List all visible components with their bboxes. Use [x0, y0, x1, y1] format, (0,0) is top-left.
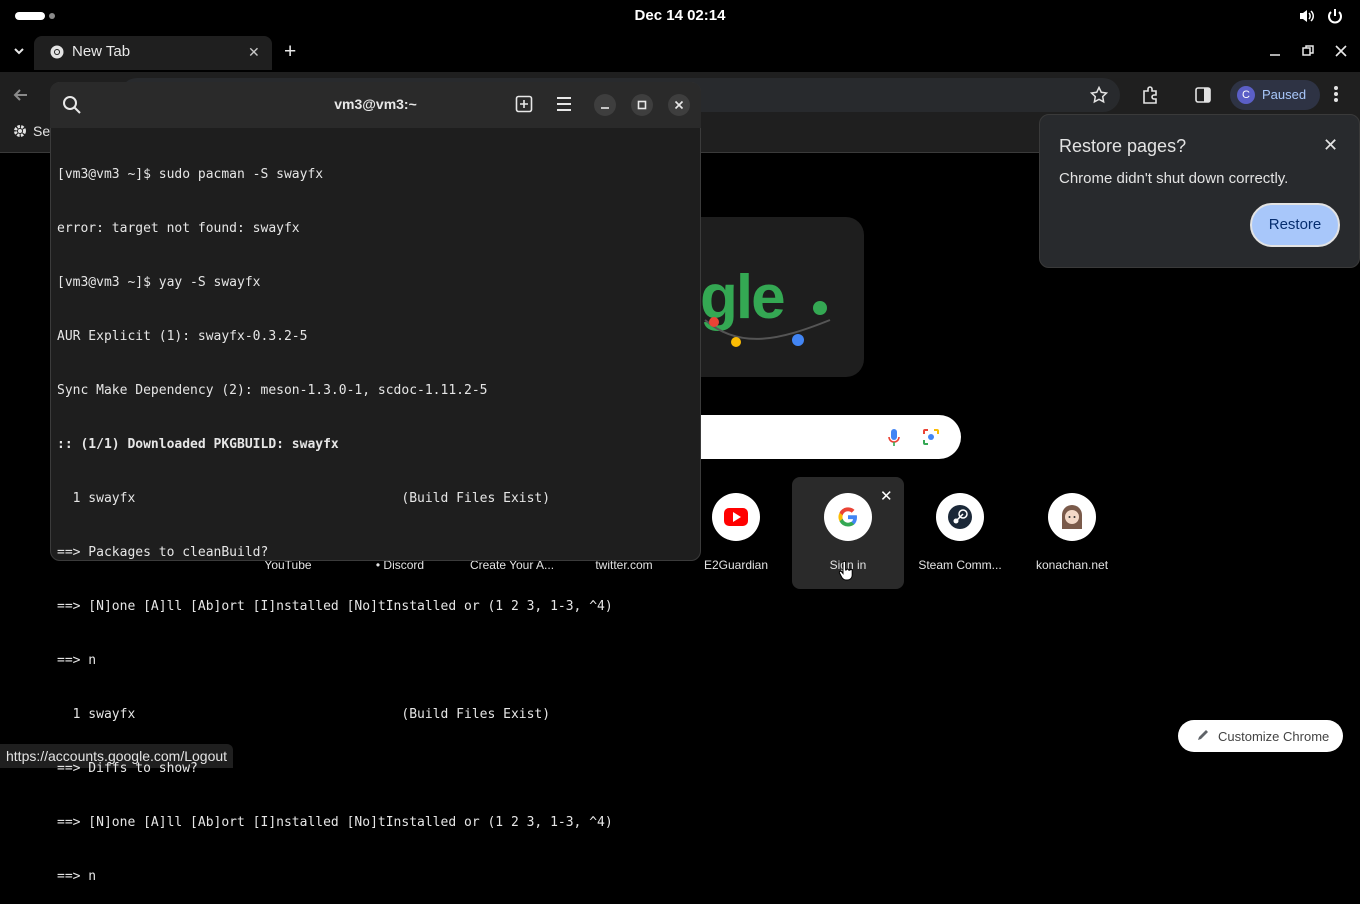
window-close-icon[interactable] [1333, 43, 1349, 64]
terminal-line: :: (1/1) Downloaded PKGBUILD: swayfx [57, 437, 339, 452]
terminal-line: ==> [N]one [A]ll [Ab]ort [I]nstalled [No… [57, 815, 613, 830]
chrome-logo-icon [50, 45, 64, 64]
terminal-line: [vm3@vm3 ~]$ yay -S swayfx [57, 275, 261, 290]
terminal-line: ==> Diffs to show? [57, 761, 198, 776]
tab-close-icon[interactable]: ✕ [248, 44, 260, 61]
shortcut-label: konachan.net [1035, 558, 1109, 572]
voice-search-mic-icon[interactable] [887, 428, 901, 453]
profile-status-label: Paused [1262, 87, 1307, 102]
avatar: C [1237, 86, 1255, 104]
gear-icon [13, 124, 27, 143]
tab-title: New Tab [72, 43, 131, 60]
dialog-message: Chrome didn't shut down correctly. [1059, 170, 1289, 187]
doodle-lights-decoration [704, 301, 831, 347]
bookmark-star-icon[interactable] [1089, 85, 1109, 109]
terminal-close-icon[interactable] [668, 94, 690, 116]
google-lens-icon[interactable] [922, 428, 940, 451]
dialog-close-icon[interactable]: ✕ [1323, 135, 1338, 156]
new-terminal-tab-icon[interactable] [515, 95, 533, 118]
terminal-maximize-icon[interactable] [631, 94, 653, 116]
terminal-line: ==> n [57, 653, 97, 668]
window-minimize-icon[interactable] [1268, 44, 1282, 63]
extensions-puzzle-icon[interactable] [1140, 85, 1160, 110]
window-restore-icon[interactable] [1301, 44, 1315, 63]
restore-button[interactable]: Restore [1250, 203, 1340, 247]
new-tab-button[interactable]: + [284, 40, 296, 64]
more-vert-icon[interactable] [1333, 85, 1339, 108]
terminal-line: ==> Packages to cleanBuild? [57, 545, 269, 560]
customize-chrome-label: Customize Chrome [1218, 729, 1330, 744]
terminal-line: [vm3@vm3 ~]$ sudo pacman -S swayfx [57, 167, 324, 182]
terminal-line: ==> [N]one [A]ll [Ab]ort [I]nstalled [No… [57, 599, 613, 614]
hand-cursor-icon [838, 560, 854, 586]
google-g-logo-icon [824, 493, 872, 541]
back-arrow-icon[interactable] [12, 86, 30, 109]
terminal-output[interactable]: [vm3@vm3 ~]$ sudo pacman -S swayfx error… [57, 130, 697, 904]
system-clock[interactable]: Dec 14 02:14 [0, 7, 1360, 24]
dialog-title: Restore pages? [1059, 136, 1187, 156]
tab-new-tab[interactable] [34, 36, 272, 70]
terminal-line: 1 swayfx (Build Files Exist) [57, 491, 551, 506]
youtube-logo-icon [712, 493, 760, 541]
terminal-line: ==> n [57, 869, 97, 884]
power-icon[interactable] [1326, 7, 1344, 30]
shortcut-label: Steam Comm... [918, 558, 1002, 572]
steam-logo-icon [936, 493, 984, 541]
terminal-minimize-icon[interactable] [594, 94, 616, 116]
terminal-line: Sync Make Dependency (2): meson-1.3.0-1,… [57, 383, 488, 398]
terminal-line: AUR Explicit (1): swayfx-0.3.2-5 [57, 329, 308, 344]
remove-shortcut-close-icon[interactable]: ✕ [880, 487, 893, 505]
bookmark-item-settings[interactable]: Se [33, 123, 50, 139]
hamburger-menu-icon[interactable] [555, 96, 573, 117]
side-panel-icon[interactable] [1194, 86, 1212, 109]
konachan-favicon-icon [1048, 493, 1096, 541]
pencil-icon [1196, 728, 1210, 747]
terminal-line: 1 swayfx (Build Files Exist) [57, 707, 551, 722]
tab-search-chevron-icon[interactable] [12, 44, 26, 63]
volume-icon[interactable] [1298, 8, 1316, 29]
terminal-line: error: target not found: swayfx [57, 221, 300, 236]
